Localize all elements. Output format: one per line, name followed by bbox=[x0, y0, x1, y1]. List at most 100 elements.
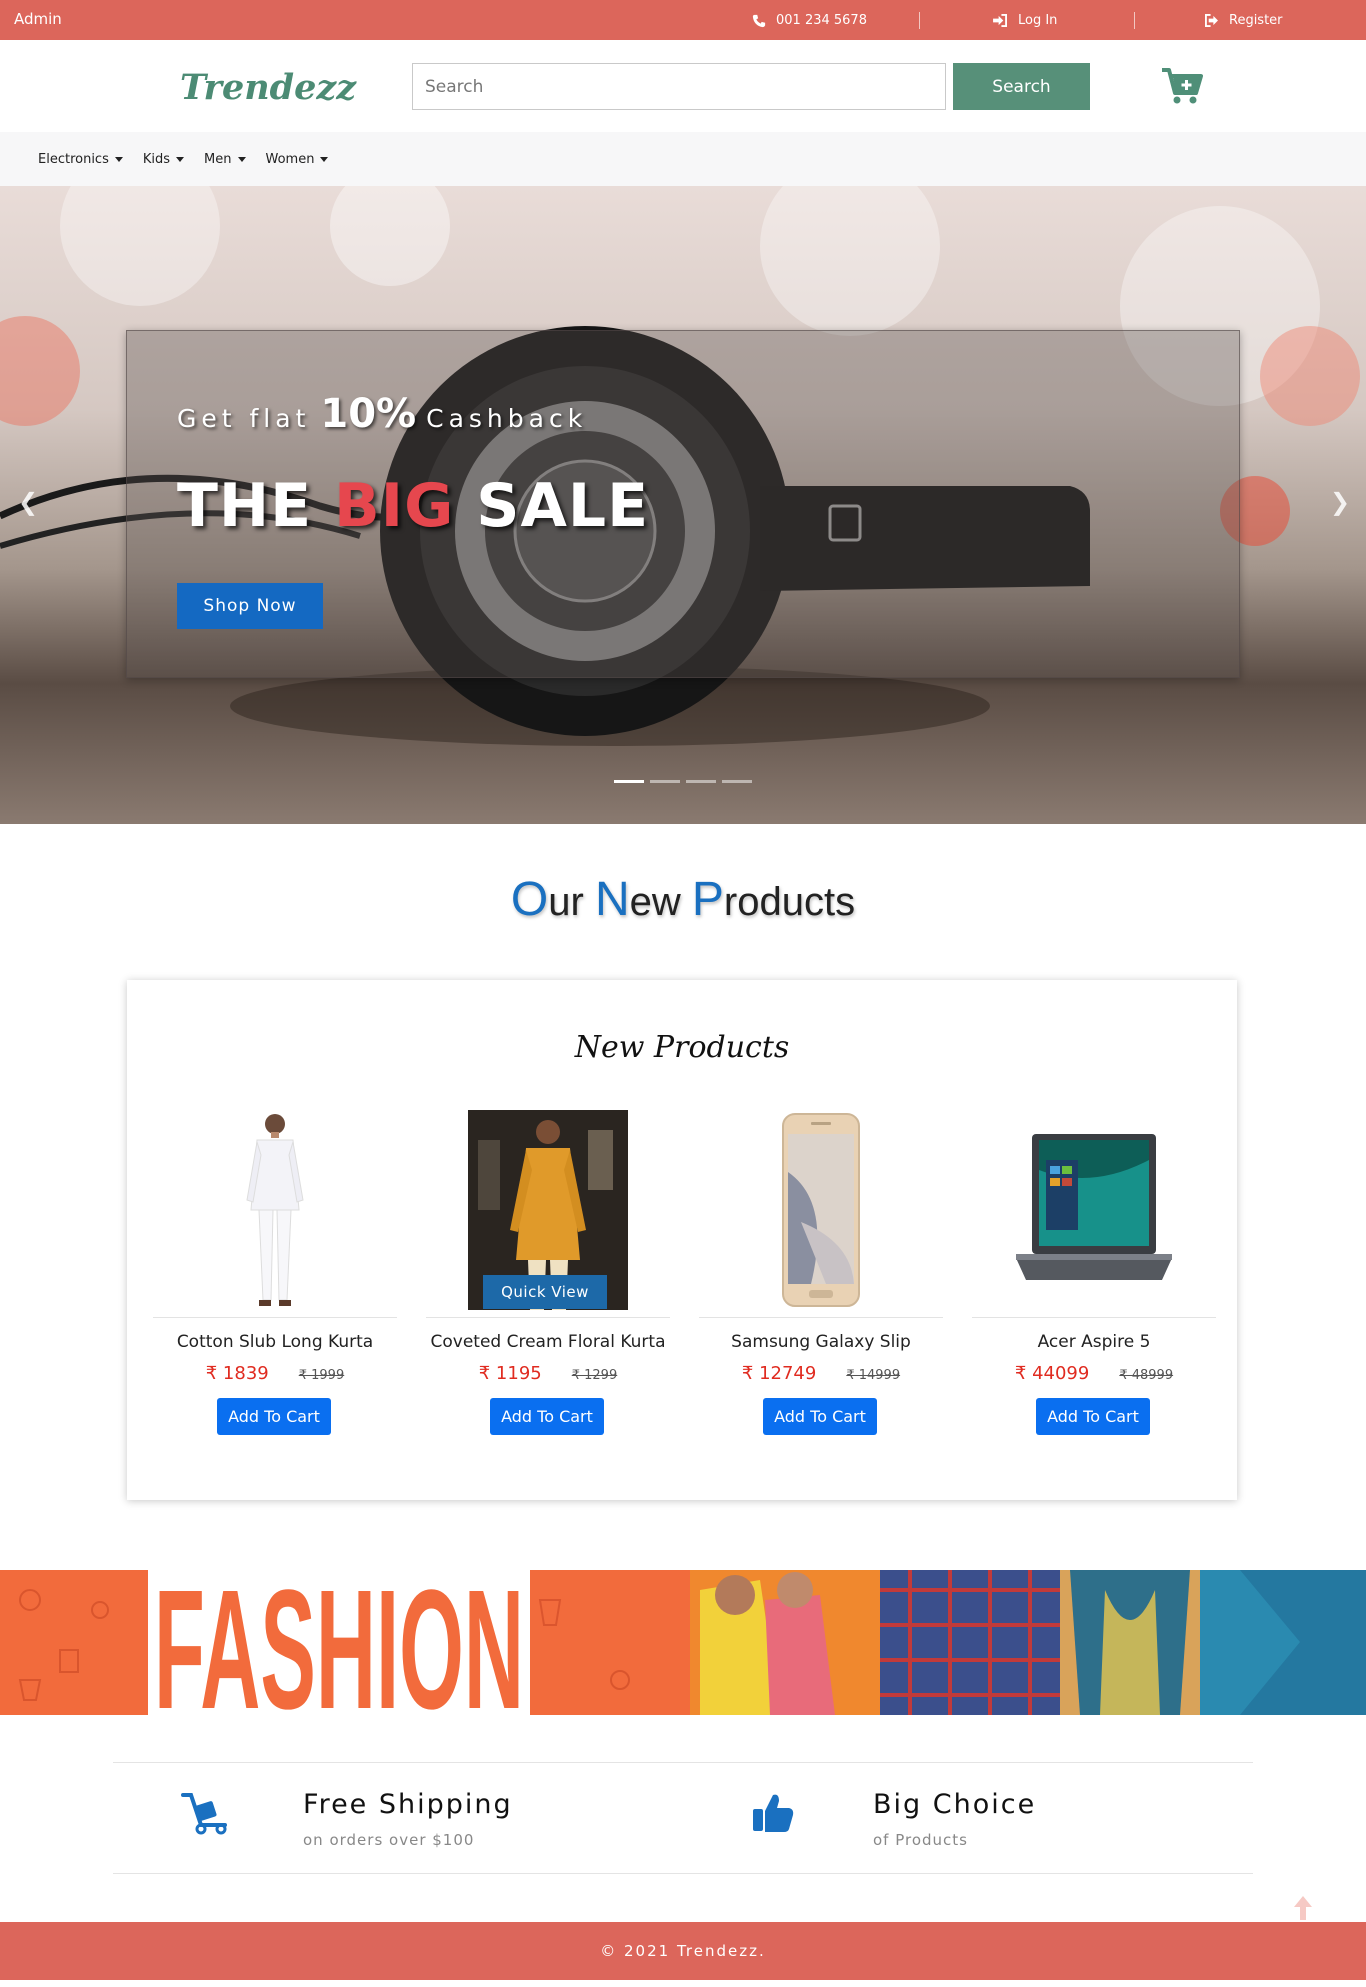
feature-big-choice: Big Choice of Products bbox=[683, 1763, 1253, 1875]
product-prices: ₹ 44099 ₹ 48999 bbox=[972, 1363, 1216, 1384]
product-old-price: ₹ 1299 bbox=[571, 1368, 618, 1383]
product-image[interactable]: Quick View bbox=[426, 1110, 670, 1310]
product-price: ₹ 12749 bbox=[741, 1363, 817, 1384]
product-prices: ₹ 1195 ₹ 1299 bbox=[426, 1363, 670, 1384]
product-name[interactable]: Coveted Cream Floral Kurta bbox=[426, 1332, 670, 1352]
hero-sub-highlight: 10% bbox=[320, 391, 417, 437]
chevron-left-icon[interactable]: ❮ bbox=[18, 488, 38, 516]
login-link[interactable]: Log In bbox=[993, 13, 1057, 28]
kurta-white-image bbox=[246, 1114, 304, 1306]
hero-caption-box: Get flat 10% Cashback THE BIG SALE Shop … bbox=[126, 330, 1240, 678]
product-old-price: ₹ 14999 bbox=[846, 1368, 901, 1383]
divider bbox=[426, 1317, 670, 1318]
search-button[interactable]: Search bbox=[953, 63, 1090, 110]
feature-subtitle: of Products bbox=[873, 1831, 968, 1849]
hero-subtitle: Get flat 10% Cashback bbox=[177, 391, 587, 437]
divider bbox=[919, 12, 920, 29]
product-image[interactable] bbox=[153, 1110, 397, 1310]
divider bbox=[153, 1317, 397, 1318]
add-to-cart-button[interactable]: Add To Cart bbox=[490, 1398, 604, 1435]
features-strip: Free Shipping on orders over $100 Big Ch… bbox=[113, 1762, 1253, 1874]
hero-title-big: BIG bbox=[334, 471, 455, 541]
carousel-indicator-2[interactable] bbox=[650, 780, 680, 783]
search-input[interactable] bbox=[412, 63, 946, 110]
fashion-banner-art: FASHION bbox=[0, 1570, 1366, 1715]
product-image[interactable] bbox=[699, 1110, 943, 1310]
footer: © 2021 Trendezz. bbox=[0, 1922, 1366, 1980]
add-to-cart-button[interactable]: Add To Cart bbox=[1036, 1398, 1150, 1435]
register-link[interactable]: Register bbox=[1204, 13, 1283, 28]
login-label: Log In bbox=[1018, 13, 1058, 28]
nav-electronics[interactable]: Electronics bbox=[38, 152, 123, 167]
phone-link[interactable]: 001 234 5678 bbox=[752, 13, 867, 28]
add-to-cart-button[interactable]: Add To Cart bbox=[763, 1398, 877, 1435]
add-to-cart-button[interactable]: Add To Cart bbox=[217, 1398, 331, 1435]
hero-sub-post: Cashback bbox=[426, 404, 588, 433]
hero-title-sale: SALE bbox=[476, 471, 650, 541]
product-prices: ₹ 1839 ₹ 1999 bbox=[153, 1363, 397, 1384]
title-part: ur bbox=[548, 880, 595, 924]
feature-free-shipping: Free Shipping on orders over $100 bbox=[113, 1763, 673, 1875]
header: Trendezz Search bbox=[0, 40, 1366, 132]
hero-title: THE BIG SALE bbox=[177, 471, 649, 541]
kurta-orange-image: Quick View bbox=[468, 1110, 628, 1310]
feature-title: Free Shipping bbox=[303, 1789, 513, 1820]
scroll-to-top-icon[interactable] bbox=[1293, 1895, 1313, 1921]
card-title: New Products bbox=[574, 1030, 790, 1065]
carousel-indicators bbox=[614, 780, 752, 783]
nav-label: Electronics bbox=[38, 151, 109, 167]
title-initial: N bbox=[594, 873, 630, 926]
sign-out-icon bbox=[1205, 14, 1218, 27]
chevron-right-icon[interactable]: ❯ bbox=[1330, 488, 1350, 516]
nav-kids[interactable]: Kids bbox=[143, 152, 185, 167]
hero-carousel: Get flat 10% Cashback THE BIG SALE Shop … bbox=[0, 186, 1366, 824]
shipping-trolley-icon bbox=[181, 1793, 227, 1835]
copyright-text: © 2021 Trendezz. bbox=[600, 1942, 766, 1960]
product-item: Quick View Coveted Cream Floral Kurta ₹ … bbox=[426, 1110, 670, 1470]
fashion-banner-text: FASHION bbox=[154, 1570, 524, 1715]
caret-down-icon bbox=[237, 156, 246, 162]
new-products-card: New Products Cotton Slub Long Kurta ₹ 18… bbox=[127, 980, 1237, 1500]
divider bbox=[972, 1317, 1216, 1318]
product-name[interactable]: Cotton Slub Long Kurta bbox=[153, 1332, 397, 1352]
nav-women[interactable]: Women bbox=[266, 152, 329, 167]
phone-image bbox=[782, 1113, 860, 1307]
hero-sub-pre: Get flat bbox=[177, 404, 311, 433]
phone-icon bbox=[752, 14, 766, 27]
product-old-price: ₹ 1999 bbox=[298, 1368, 345, 1383]
title-part: ew bbox=[629, 880, 692, 924]
product-name[interactable]: Samsung Galaxy Slip bbox=[699, 1332, 943, 1352]
product-price: ₹ 1839 bbox=[205, 1363, 269, 1384]
caret-down-icon bbox=[114, 156, 123, 162]
product-image[interactable] bbox=[972, 1110, 1216, 1310]
carousel-indicator-4[interactable] bbox=[722, 780, 752, 783]
logo[interactable]: Trendezz bbox=[180, 67, 356, 108]
cart-button[interactable] bbox=[1160, 66, 1204, 106]
nav-label: Men bbox=[204, 151, 232, 167]
caret-down-icon bbox=[176, 156, 185, 162]
nav-men[interactable]: Men bbox=[204, 151, 246, 167]
register-label: Register bbox=[1229, 13, 1283, 28]
thumbs-up-icon bbox=[753, 1794, 794, 1832]
divider bbox=[1134, 12, 1135, 29]
divider bbox=[699, 1317, 943, 1318]
product-item: Cotton Slub Long Kurta ₹ 1839 ₹ 1999 Add… bbox=[153, 1110, 397, 1470]
product-price: ₹ 44099 bbox=[1014, 1363, 1090, 1384]
section-title: Our New Products bbox=[0, 872, 1366, 927]
shop-now-button[interactable]: Shop Now bbox=[177, 583, 323, 629]
phone-number: 001 234 5678 bbox=[776, 13, 867, 28]
category-nav: Electronics Kids Men Women bbox=[0, 132, 1366, 186]
top-bar: Admin 001 234 5678 Log In Register bbox=[0, 0, 1366, 40]
product-prices: ₹ 12749 ₹ 14999 bbox=[699, 1363, 943, 1384]
feature-subtitle: on orders over $100 bbox=[303, 1831, 475, 1849]
carousel-indicator-3[interactable] bbox=[686, 780, 716, 783]
hero-title-the: THE bbox=[177, 471, 313, 541]
quick-view-button[interactable]: Quick View bbox=[483, 1275, 607, 1309]
carousel-indicator-1[interactable] bbox=[614, 780, 644, 783]
product-item: Acer Aspire 5 ₹ 44099 ₹ 48999 Add To Car… bbox=[972, 1110, 1216, 1470]
feature-title: Big Choice bbox=[873, 1789, 1037, 1820]
admin-link[interactable]: Admin bbox=[14, 10, 62, 28]
nav-label: Women bbox=[265, 151, 315, 167]
fashion-banner[interactable]: FASHION bbox=[0, 1570, 1366, 1715]
product-name[interactable]: Acer Aspire 5 bbox=[972, 1332, 1216, 1352]
